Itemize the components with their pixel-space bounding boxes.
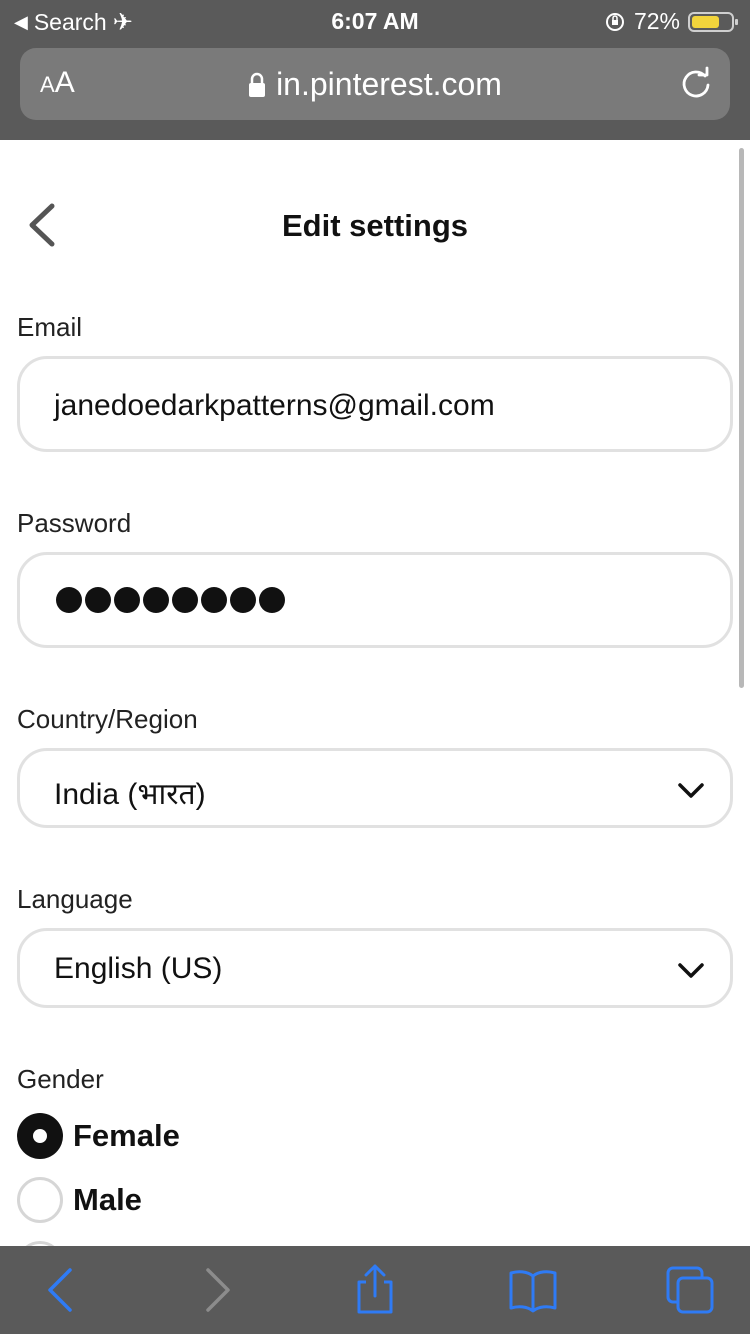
gender-option-label: Female <box>73 1118 180 1153</box>
share-icon[interactable] <box>349 1264 401 1316</box>
password-label: Password <box>17 508 132 538</box>
password-field[interactable] <box>17 552 733 648</box>
gender-option-male[interactable]: Male <box>17 1177 142 1223</box>
tabs-icon[interactable] <box>664 1264 716 1316</box>
radio-unselected[interactable] <box>17 1177 63 1223</box>
language-value: English (US) <box>54 952 223 985</box>
status-bar: ◀ Search ✈ 6:07 AM 72% <box>0 0 750 42</box>
orientation-lock-icon <box>605 12 624 31</box>
gender-option-female[interactable]: Female <box>17 1113 180 1159</box>
battery-level <box>692 15 719 28</box>
password-mask-dot <box>172 587 198 613</box>
chevron-down-icon <box>678 783 704 798</box>
browser-chrome: ◀ Search ✈ 6:07 AM 72% AA in.pinterest.c… <box>0 0 750 140</box>
password-mask-dot <box>143 587 169 613</box>
status-right: 72% <box>604 8 738 35</box>
language-select[interactable]: English (US) <box>17 928 733 1008</box>
settings-page: Edit settings Email janedoedarkpatterns@… <box>0 140 750 1246</box>
radio-selected[interactable] <box>17 1113 63 1159</box>
password-mask-dot <box>230 587 256 613</box>
battery-icon <box>688 11 738 32</box>
forward-arrow-icon[interactable] <box>190 1264 242 1316</box>
country-select[interactable]: India (भारत) <box>17 748 733 828</box>
url-host: in.pinterest.com <box>276 66 502 102</box>
browser-toolbar <box>0 1246 750 1334</box>
bookmarks-icon[interactable] <box>507 1264 559 1316</box>
gender-label: Gender <box>17 1064 104 1094</box>
address-bar[interactable]: AA in.pinterest.com <box>20 48 730 120</box>
gender-option-label: Male <box>73 1182 142 1217</box>
url-display[interactable]: in.pinterest.com <box>20 66 730 103</box>
back-arrow-icon[interactable] <box>36 1264 88 1316</box>
password-mask-dot <box>201 587 227 613</box>
country-label: Country/Region <box>17 704 198 734</box>
battery-percent: 72% <box>633 8 680 34</box>
lock-icon <box>249 72 266 97</box>
language-label: Language <box>17 884 133 914</box>
password-mask <box>56 587 285 613</box>
password-mask-dot <box>259 587 285 613</box>
password-mask-dot <box>114 587 140 613</box>
email-value: janedoedarkpatterns@gmail.com <box>54 389 495 422</box>
email-field[interactable]: janedoedarkpatterns@gmail.com <box>17 356 733 452</box>
reload-icon[interactable] <box>678 66 714 102</box>
page-title: Edit settings <box>281 208 468 243</box>
chevron-down-icon <box>678 963 704 978</box>
email-label: Email <box>17 312 83 342</box>
country-value: India (भारत) <box>54 778 206 811</box>
password-mask-dot <box>56 587 82 613</box>
password-mask-dot <box>85 587 111 613</box>
